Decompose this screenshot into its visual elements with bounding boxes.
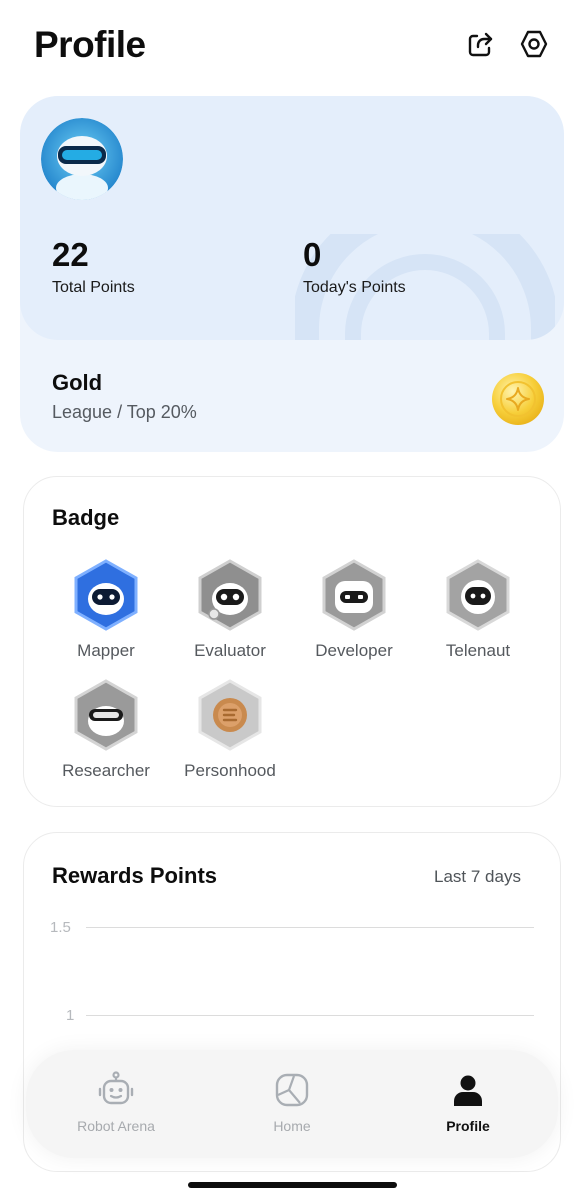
- nav-home[interactable]: Home: [222, 1050, 362, 1158]
- grid-line: [86, 1015, 534, 1016]
- developer-badge-icon: [322, 559, 386, 631]
- badge-evaluator[interactable]: Evaluator: [170, 559, 290, 669]
- today-points-label: Today's Points: [303, 279, 406, 296]
- header: Profile: [0, 0, 584, 90]
- mapper-badge-icon: [74, 559, 138, 631]
- league-subtitle: League / Top 20%: [52, 402, 197, 422]
- today-points-value: 0: [303, 236, 322, 273]
- nav-label: Profile: [446, 1118, 490, 1134]
- profile-stats-panel: 22 Total Points 0 Today's Points: [20, 96, 564, 340]
- badge-label: Personhood: [184, 761, 276, 780]
- badge-mapper[interactable]: Mapper: [46, 559, 166, 669]
- profile-icon: [448, 1070, 488, 1110]
- gear-icon: [520, 30, 548, 58]
- nav-profile[interactable]: Profile: [398, 1050, 538, 1158]
- gold-coin-icon: [492, 373, 544, 425]
- badge-label: Evaluator: [194, 641, 266, 660]
- y-tick-label: 1.5: [50, 919, 71, 936]
- badge-label: Telenaut: [445, 641, 511, 660]
- badge-section-title: Badge: [52, 505, 120, 530]
- avatar[interactable]: [41, 118, 123, 200]
- grid-line: [86, 927, 534, 928]
- robot-avatar-icon: [41, 118, 123, 200]
- nav-robot-arena[interactable]: Robot Arena: [46, 1050, 186, 1158]
- badge-label: Developer: [315, 641, 393, 660]
- badge-card: Badge Mapper Evaluator Developer Telenau…: [23, 476, 561, 807]
- share-button[interactable]: [462, 26, 498, 62]
- badge-personhood[interactable]: Personhood: [170, 679, 290, 789]
- badge-researcher[interactable]: Researcher: [46, 679, 166, 789]
- badge-developer[interactable]: Developer: [294, 559, 414, 669]
- settings-button[interactable]: [516, 26, 552, 62]
- badge-label: Mapper: [77, 641, 135, 660]
- range-selector[interactable]: Last 7 days: [434, 867, 521, 887]
- personhood-badge-icon: [198, 679, 262, 751]
- page-title: Profile: [34, 24, 146, 65]
- telenaut-badge-icon: [446, 559, 510, 631]
- profile-card: 22 Total Points 0 Today's Points Gold Le…: [20, 96, 564, 452]
- nav-label: Home: [273, 1118, 311, 1134]
- y-tick-label: 1: [66, 1007, 75, 1024]
- rewards-section-title: Rewards Points: [52, 863, 218, 888]
- share-icon: [468, 32, 493, 57]
- evaluator-badge-icon: [198, 559, 262, 631]
- researcher-badge-icon: [74, 679, 138, 751]
- nav-label: Robot Arena: [77, 1118, 155, 1134]
- bottom-nav: Robot Arena Home Profile: [26, 1050, 558, 1158]
- home-icon: [272, 1070, 312, 1110]
- home-indicator: [188, 1182, 397, 1188]
- badge-label: Researcher: [62, 761, 150, 780]
- badge-telenaut[interactable]: Telenaut: [418, 559, 538, 669]
- total-points-value: 22: [52, 236, 89, 273]
- robot-icon: [96, 1070, 136, 1110]
- total-points-label: Total Points: [52, 279, 135, 296]
- league-name: Gold: [52, 370, 103, 395]
